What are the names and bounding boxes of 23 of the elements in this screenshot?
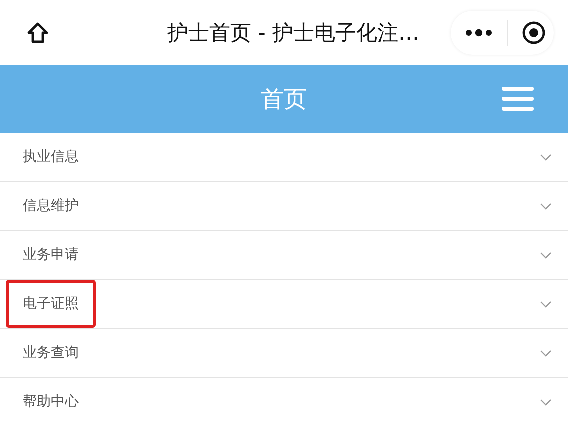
menu-item-label: 业务申请 xyxy=(22,246,80,265)
menu-item[interactable]: 执业信息 xyxy=(0,133,568,182)
menu-item-label: 电子证照 xyxy=(6,280,96,328)
menu-item-label: 帮助中心 xyxy=(22,393,80,412)
chevron-icon xyxy=(540,252,552,258)
menu-item-label: 业务查询 xyxy=(22,344,80,363)
menu-item[interactable]: 信息维护 xyxy=(0,182,568,231)
menu-item[interactable]: 电子证照 xyxy=(0,280,568,329)
window-title: 护士首页 - 护士电子化注… xyxy=(166,20,420,46)
close-icon[interactable] xyxy=(522,20,546,44)
page-title: 首页 xyxy=(261,86,307,114)
menu-item[interactable]: 业务查询 xyxy=(0,329,568,378)
menu-item[interactable]: 业务申请 xyxy=(0,231,568,280)
chevron-icon xyxy=(540,202,552,210)
chevron-icon xyxy=(540,300,552,308)
chevron-icon xyxy=(540,398,552,406)
home-icon xyxy=(26,20,50,44)
chevron-icon xyxy=(540,350,552,356)
menu-item[interactable]: 帮助中心 xyxy=(0,378,568,425)
menu-item-label: 执业信息 xyxy=(22,148,80,167)
more-icon[interactable] xyxy=(465,28,493,38)
menu-item-label: 信息维护 xyxy=(22,197,80,216)
chevron-icon xyxy=(540,154,552,160)
